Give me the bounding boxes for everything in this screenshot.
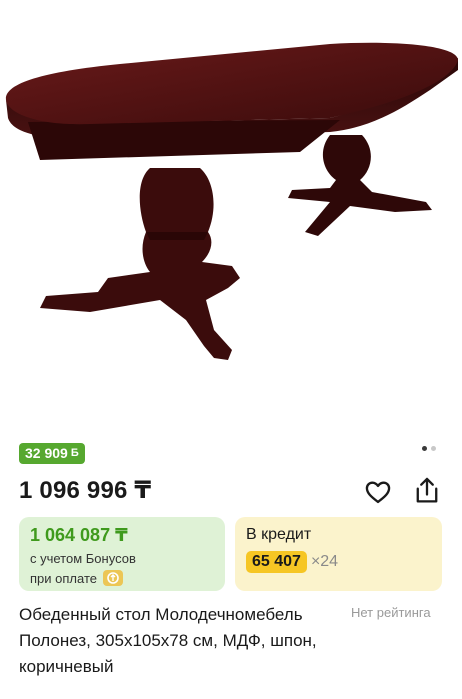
payment-note-label: при оплате (30, 570, 97, 586)
share-button[interactable] (413, 476, 441, 506)
carousel-indicator (422, 446, 436, 451)
credit-row: 65 407 ×24 (246, 551, 338, 573)
bank-logo-icon (107, 572, 119, 584)
credit-months: ×24 (310, 553, 339, 570)
credit-title: В кредит (246, 526, 312, 543)
payment-note: при оплате (30, 570, 123, 586)
product-price: 1 096 996 ₸ (19, 477, 152, 504)
bonus-price-card[interactable]: 1 064 087 ₸ с учетом Бонусов при оплате (19, 517, 225, 591)
heart-icon (365, 481, 391, 504)
bonus-badge: 32 909 Б (19, 443, 85, 464)
product-title[interactable]: Обеденный стол Молодечномебель Полонез, … (19, 602, 359, 680)
table-illustration (5, 42, 458, 360)
bonus-price: 1 064 087 ₸ (30, 525, 128, 545)
bonus-note: с учетом Бонусов (30, 551, 136, 566)
credit-card[interactable]: В кредит 65 407 ×24 (235, 517, 442, 591)
payment-method-icon (102, 570, 123, 586)
carousel-dot-active[interactable] (422, 446, 427, 451)
bonus-coin-icon: Б (70, 447, 79, 459)
share-icon (416, 477, 438, 503)
carousel-dot[interactable] (431, 446, 436, 451)
bonus-badge-value: 32 909 (25, 445, 68, 461)
rating-label[interactable]: Нет рейтинга (351, 605, 431, 620)
credit-monthly-amount: 65 407 (246, 551, 307, 573)
product-image[interactable] (0, 0, 462, 440)
favorite-button[interactable] (364, 478, 392, 506)
